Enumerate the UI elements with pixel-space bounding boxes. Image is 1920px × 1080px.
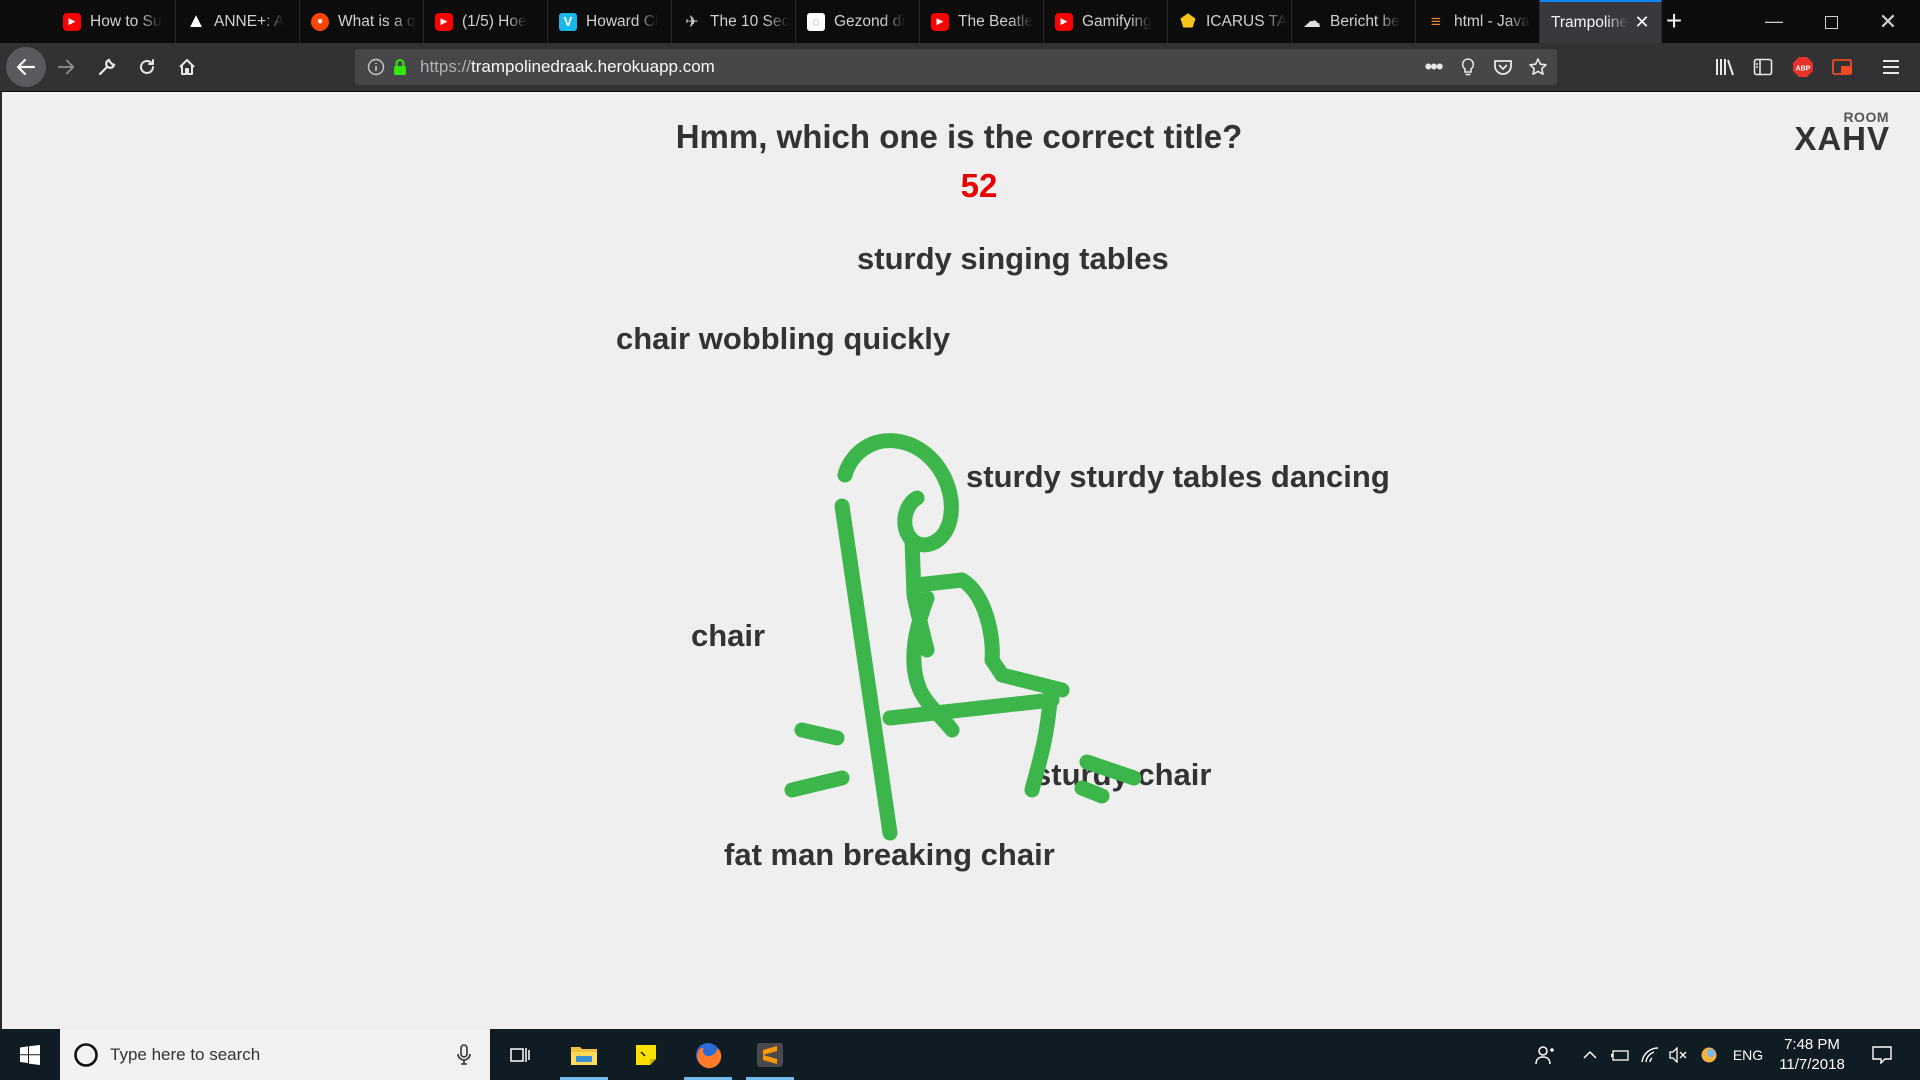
tab-list: ▶ How to Su ▲ ANNE+: A ● What is a q ▶ (1/5)… [52, 0, 1662, 43]
wrench-button[interactable] [89, 49, 125, 85]
bookmark-star-icon[interactable] [1523, 49, 1553, 85]
minimize-icon[interactable]: — [1746, 0, 1802, 43]
youtube-icon: ▶ [1055, 12, 1073, 31]
tab[interactable]: ◌ Gezond di [796, 0, 920, 43]
new-tab-button[interactable]: + [1658, 6, 1690, 38]
youtube-icon: ▶ [931, 12, 949, 31]
tab[interactable]: ▶ (1/5) Hoe [424, 0, 548, 43]
wrench-icon [98, 58, 116, 76]
url-text[interactable]: https://trampolinedraak.herokuapp.com [420, 49, 715, 85]
file-explorer-icon[interactable] [556, 1029, 612, 1080]
close-window-icon[interactable]: ✕ [1860, 0, 1916, 43]
page-actions-icon[interactable]: ••• [1418, 49, 1448, 85]
tab[interactable]: ⬟ ICARUS TA [1168, 0, 1292, 43]
microphone-icon[interactable] [456, 1044, 472, 1066]
reload-icon [140, 59, 154, 74]
battery-icon[interactable] [1608, 1029, 1632, 1080]
answer-option[interactable]: chair wobbling quickly [616, 321, 950, 357]
tab[interactable]: ● What is a q [300, 0, 424, 43]
reload-button[interactable] [129, 49, 165, 85]
answer-option[interactable]: sturdy singing tables [857, 241, 1169, 277]
people-icon[interactable] [1532, 1029, 1558, 1080]
clock-time: 7:48 PM [1784, 1036, 1840, 1053]
adblock-icon[interactable]: ABP [1785, 49, 1821, 85]
tab[interactable]: ✈ The 10 Sec [672, 0, 796, 43]
countdown-timer: 52 [960, 167, 998, 204]
clock[interactable]: 7:48 PM 11/7/2018 [1770, 1035, 1854, 1075]
notifications-icon[interactable] [1862, 1029, 1902, 1080]
weather-icon[interactable] [1696, 1029, 1722, 1080]
taskbar-search[interactable]: Type here to search [60, 1029, 490, 1080]
sublime-text-icon[interactable] [742, 1029, 798, 1080]
question-heading: Hmm, which one is the correct title? [675, 118, 1243, 155]
bird-icon: ✈ [685, 13, 699, 31]
tab[interactable]: ▶ Gamifying [1044, 0, 1168, 43]
youtube-icon: ▶ [435, 12, 453, 31]
shield-icon: ⬟ [1180, 11, 1196, 31]
home-icon [179, 59, 195, 75]
tab[interactable]: ▶ How to Su [52, 0, 176, 43]
stackoverflow-icon: ≡ [1431, 11, 1441, 31]
firefox-icon[interactable] [680, 1029, 736, 1080]
tab[interactable]: ☁ Bericht be [1292, 0, 1416, 43]
forum-icon: ☁ [1303, 11, 1321, 31]
tab-active[interactable]: Trampoline ✕ [1540, 0, 1662, 43]
lock-icon[interactable] [385, 49, 415, 85]
back-arrow-icon [16, 58, 36, 76]
answer-option[interactable]: chair [691, 618, 765, 654]
sidebar-icon[interactable] [1745, 49, 1781, 85]
cortana-icon [74, 1043, 98, 1067]
room-code: XAHV [1794, 120, 1890, 157]
svg-text:ABP: ABP [1796, 66, 1811, 73]
warning-icon: ▲ [186, 10, 206, 32]
task-view-icon[interactable] [492, 1029, 548, 1080]
start-button[interactable] [0, 1029, 60, 1080]
youtube-icon: ▶ [63, 12, 81, 31]
address-bar[interactable]: https://trampolinedraak.herokuapp.com ••… [355, 49, 1557, 85]
player-drawing [784, 433, 1142, 841]
game-page: Hmm, which one is the correct title? 52 … [0, 92, 1920, 1029]
pocket-icon[interactable] [1488, 49, 1518, 85]
page-icon: ◌ [807, 12, 825, 31]
lightbulb-icon[interactable] [1453, 49, 1483, 85]
show-hidden-icons-icon[interactable] [1580, 1029, 1600, 1080]
tab[interactable]: ▲ ANNE+: A [176, 0, 300, 43]
tab[interactable]: V Howard Cl [548, 0, 672, 43]
sticky-notes-icon[interactable] [618, 1029, 674, 1080]
volume-muted-icon[interactable] [1666, 1029, 1690, 1080]
vimeo-icon: V [559, 12, 577, 31]
library-icon[interactable] [1707, 49, 1743, 85]
screenshot-icon[interactable] [1825, 49, 1861, 85]
wifi-icon[interactable] [1638, 1029, 1662, 1080]
home-button[interactable] [169, 49, 205, 85]
close-tab-icon[interactable]: ✕ [1633, 13, 1651, 31]
navigation-toolbar: https://trampolinedraak.herokuapp.com ••… [0, 43, 1920, 92]
back-button[interactable] [6, 47, 46, 87]
windows-logo-icon [20, 1044, 40, 1065]
menu-icon[interactable] [1873, 49, 1909, 85]
maximize-icon[interactable] [1803, 0, 1859, 43]
reddit-icon: ● [311, 12, 329, 31]
clock-date: 11/7/2018 [1779, 1056, 1845, 1073]
language-indicator[interactable]: ENG [1728, 1029, 1768, 1080]
forward-arrow-icon [57, 59, 75, 75]
forward-button[interactable] [48, 49, 84, 85]
tab-strip: ▶ How to Su ▲ ANNE+: A ● What is a q ▶ (1/5)… [0, 0, 1920, 43]
tab[interactable]: ≡ html - Java [1416, 0, 1540, 43]
windows-taskbar: Type here to search ENG 7:48 PM 11/7/201… [0, 1029, 1920, 1080]
tab[interactable]: ▶ The Beatle [920, 0, 1044, 43]
